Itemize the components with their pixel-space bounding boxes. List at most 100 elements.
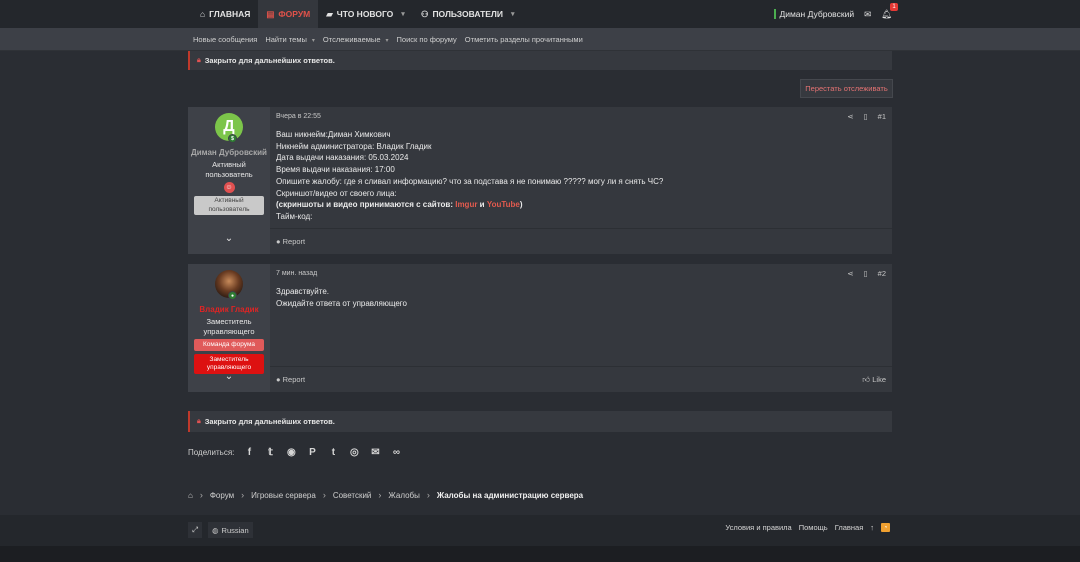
post-line: Опишите жалобу: где я сливал информацию?… xyxy=(276,176,664,186)
post-number[interactable]: #2 xyxy=(878,269,886,278)
nav-users-label: ПОЛЬЗОВАТЕЛИ xyxy=(432,9,503,19)
nav-users[interactable]: ⚇ ПОЛЬЗОВАТЕЛИ ▾ xyxy=(413,0,523,28)
chevron-down-icon[interactable]: ▾ xyxy=(386,38,389,44)
breadcrumb-forum[interactable]: Форум xyxy=(210,491,234,500)
home-link[interactable]: Главная xyxy=(835,523,864,532)
reddit-icon[interactable]: ◉ xyxy=(285,446,297,458)
nav-home[interactable]: ⌂ ГЛАВНАЯ xyxy=(192,0,258,28)
post-footer: ● Report xyxy=(270,228,892,254)
user-title: Активный пользователь xyxy=(205,160,253,179)
online-status-icon: $ xyxy=(228,134,237,143)
whatsapp-icon[interactable]: ◎ xyxy=(348,446,360,458)
post-line: Здравствуйте. xyxy=(276,287,330,296)
unwatch-button[interactable]: Перестать отслеживать xyxy=(800,79,893,98)
twitter-icon[interactable]: 𝕥 xyxy=(264,446,276,458)
post-main: Вчера в 22:55 ⋖ ▯ #1 Ваш никнейм:Диман Х… xyxy=(270,107,892,254)
nav-forum[interactable]: ▤ ФОРУМ xyxy=(258,0,319,28)
report-button[interactable]: ● Report xyxy=(276,237,305,246)
avatar[interactable]: ● xyxy=(215,270,243,300)
language-chooser[interactable]: ◍ Russian xyxy=(208,522,253,538)
post-1: Д $ Диман Дубровский Активный пользовате… xyxy=(188,107,892,254)
imgur-link[interactable]: Imgur xyxy=(455,200,477,209)
bookmark-icon[interactable]: ▯ xyxy=(864,112,868,121)
chevron-down-icon[interactable]: ⌄ xyxy=(188,233,270,244)
chevron-down-icon[interactable]: ▾ xyxy=(401,10,405,18)
subnav-watched[interactable]: Отслеживаемые ▾ xyxy=(323,35,389,44)
post-body: Ваш никнейм:Диман Химкович Никнейм админ… xyxy=(276,129,663,223)
rss-icon[interactable]: ◔ xyxy=(881,523,890,532)
subnav-mark-read[interactable]: Отметить разделы прочитанными xyxy=(465,35,583,44)
locked-notice-bottom: 🔒︎ Закрыто для дальнейших ответов. xyxy=(188,411,892,432)
share-icon[interactable]: ⋖ xyxy=(847,269,853,278)
arrow-up-icon[interactable]: ↑ xyxy=(870,523,874,532)
report-icon: ● xyxy=(276,237,281,246)
main-nav: ⌂ ГЛАВНАЯ ▤ ФОРУМ ▰ ЧТО НОВОГО ▾ ⚇ ПОЛЬЗ… xyxy=(192,0,523,28)
post-time[interactable]: 7 мин. назад xyxy=(276,270,317,277)
chevron-down-icon[interactable]: ⌄ xyxy=(188,371,270,382)
facebook-icon[interactable]: f xyxy=(243,446,255,458)
locked-text: Закрыто для дальнейших ответов. xyxy=(204,56,335,65)
help-link[interactable]: Помощь xyxy=(799,523,828,532)
subnav-search-forum[interactable]: Поиск по форуму xyxy=(397,35,457,44)
user-title: Заместитель управляющего xyxy=(203,317,255,336)
expand-icon[interactable]: ⤢ xyxy=(188,522,202,538)
user-area: Диман Дубровский ✉ 🔔︎ 1 xyxy=(774,0,898,28)
report-button[interactable]: ● Report xyxy=(276,375,305,384)
subnav-watched-label: Отслеживаемые xyxy=(322,35,381,44)
breadcrumb-complaints[interactable]: Жалобы xyxy=(388,491,419,500)
bookmark-icon[interactable]: ▯ xyxy=(864,269,868,278)
post-line: Ожидайте ответа от управляющего xyxy=(276,298,407,308)
alerts-button[interactable]: 🔔︎ 1 xyxy=(881,2,898,20)
like-button[interactable]: 👍︎ Like xyxy=(862,375,886,385)
breadcrumb-game-servers[interactable]: Игровые сервера xyxy=(251,491,316,500)
post-tools: ⋖ ▯ #1 xyxy=(847,112,886,121)
pinterest-icon[interactable]: P xyxy=(306,446,318,458)
report-label: Report xyxy=(282,375,306,384)
chevron-down-icon[interactable]: ▾ xyxy=(312,38,315,44)
username[interactable]: Диман Дубровский xyxy=(191,147,267,158)
inbox-icon[interactable]: ✉ xyxy=(864,9,871,20)
post-footer: ● Report 👍︎ Like xyxy=(270,366,892,392)
nav-whats-new-label: ЧТО НОВОГО xyxy=(336,9,394,19)
chevron-right-icon: › xyxy=(241,490,245,500)
share-bar: Поделиться: f 𝕥 ◉ P t ◎ ✉ ∞ xyxy=(188,446,402,458)
screens-note-prefix: (скриншоты и видео принимаются с сайтов: xyxy=(276,200,456,210)
chevron-down-icon[interactable]: ▾ xyxy=(511,10,515,18)
screens-suffix: ) xyxy=(519,200,523,210)
subnav-new-messages[interactable]: Новые сообщения xyxy=(193,35,257,44)
nav-home-label: ГЛАВНАЯ xyxy=(209,9,251,19)
subnav-find-threads-label: Найти темы xyxy=(265,35,307,44)
home-icon: ⌂ xyxy=(200,9,206,19)
avatar[interactable]: Д $ xyxy=(215,113,243,143)
email-icon[interactable]: ✉ xyxy=(369,446,381,458)
chevron-right-icon: › xyxy=(199,490,203,500)
link-icon[interactable]: ∞ xyxy=(390,446,402,458)
terms-link[interactable]: Условия и правила xyxy=(725,523,791,532)
breadcrumb: ⌂ › Форум › Игровые сервера › Советский … xyxy=(188,490,583,500)
share-icon[interactable]: ⋖ xyxy=(847,112,853,121)
account-link[interactable]: Диман Дубровский xyxy=(774,9,854,19)
lock-icon: 🔒︎ xyxy=(197,417,201,425)
footer-left: ⤢ ◍ Russian xyxy=(188,522,253,538)
post-time[interactable]: Вчера в 22:55 xyxy=(276,113,321,120)
breadcrumb-current[interactable]: Жалобы на администрацию сервера xyxy=(437,491,583,500)
user-award-icon: ☺ xyxy=(223,182,235,193)
breadcrumb-sovetsky[interactable]: Советский xyxy=(333,491,372,500)
youtube-link[interactable]: YouTube xyxy=(487,200,520,209)
nav-forum-label: ФОРУМ xyxy=(278,9,311,19)
subnav-find-threads[interactable]: Найти темы ▾ xyxy=(265,35,315,44)
lock-icon: 🔒︎ xyxy=(197,56,201,64)
chevron-right-icon: › xyxy=(426,490,430,500)
tumblr-icon[interactable]: t xyxy=(327,446,339,458)
home-icon[interactable]: ⌂ xyxy=(188,491,193,500)
nav-whats-new[interactable]: ▰ ЧТО НОВОГО ▾ xyxy=(318,0,413,28)
post-number[interactable]: #1 xyxy=(878,112,886,121)
post-body: Здравствуйте. Ожидайте ответа от управля… xyxy=(276,286,407,309)
post-tools: ⋖ ▯ #2 xyxy=(847,269,886,278)
thumbs-up-icon: 👍︎ xyxy=(862,374,871,384)
globe-icon: ◍ xyxy=(212,525,219,535)
post-line: Ваш никнейм:Диман Химкович xyxy=(276,130,391,139)
subnav: Новые сообщения Найти темы ▾ Отслеживаемы… xyxy=(193,28,583,51)
chevron-right-icon: › xyxy=(322,490,326,500)
username[interactable]: Владик Гладик xyxy=(199,304,258,315)
